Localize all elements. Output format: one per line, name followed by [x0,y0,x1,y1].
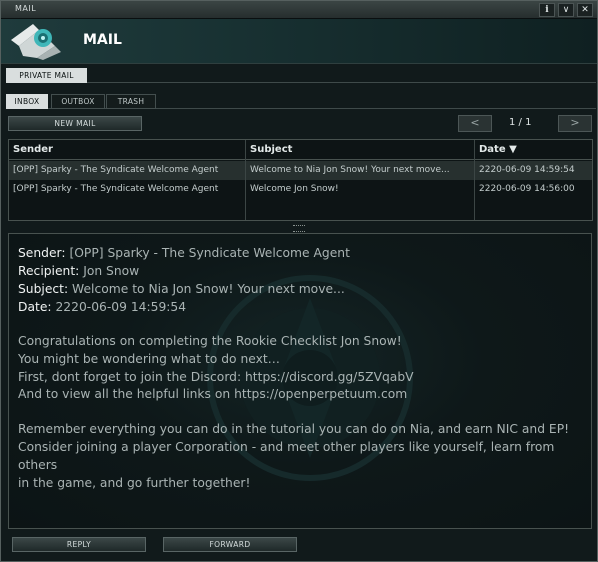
mail-header: MAIL [1,19,597,64]
table-row[interactable]: [OPP] Sparky - The Syndicate Welcome Age… [9,161,592,180]
message-paragraph: Congratulations on completing the Rookie… [18,334,414,402]
recipient-label: Recipient: [18,264,80,278]
message-subject-line: Subject: Welcome to Nia Jon Snow! Your n… [18,281,345,297]
message-paragraph: Remember everything you can do in the tu… [18,422,570,490]
column-header-date[interactable]: Date ▼ [475,140,592,159]
mailbox-tabs: INBOX OUTBOX TRASH [6,94,596,109]
tab-inbox[interactable]: INBOX [6,94,48,109]
row-subject: Welcome Jon Snow! [250,184,339,194]
prev-page-button[interactable]: < [458,115,492,132]
subject-value: Welcome to Nia Jon Snow! Your next move.… [72,282,345,296]
folder-tabs: PRIVATE MAIL [6,68,596,83]
row-sender: [OPP] Sparky - The Syndicate Welcome Age… [13,165,219,175]
message-body: Congratulations on completing the Rookie… [18,333,583,509]
forward-button[interactable]: FORWARD [163,537,297,552]
header-title: MAIL [83,32,122,48]
column-divider[interactable] [474,140,475,220]
message-recipient-line: Recipient: Jon Snow [18,263,139,279]
row-subject: Welcome to Nia Jon Snow! Your next move.… [250,165,450,175]
row-date: 2220-06-09 14:56:00 [479,184,575,194]
close-icon[interactable]: ✕ [577,3,593,17]
column-divider[interactable] [245,140,246,220]
message-sender-line: Sender: [OPP] Sparky - The Syndicate Wel… [18,245,350,261]
window-title: MAIL [15,4,37,13]
minimize-icon[interactable]: ∨ [558,3,574,17]
table-header: Sender Subject Date ▼ [9,140,592,160]
mail-envelope-icon [11,24,61,60]
tab-outbox[interactable]: OUTBOX [51,94,105,109]
reply-button[interactable]: REPLY [12,537,146,552]
mail-window: MAIL i ∨ ✕ MAIL PRIVATE MAIL INBOX OUTBO… [0,0,598,562]
column-header-sender[interactable]: Sender [9,140,245,159]
title-bar[interactable]: MAIL i ∨ ✕ [1,1,597,19]
new-mail-button[interactable]: NEW MAIL [8,116,142,131]
sender-value: [OPP] Sparky - The Syndicate Welcome Age… [69,246,350,260]
table-row[interactable]: [OPP] Sparky - The Syndicate Welcome Age… [9,180,592,199]
row-sender: [OPP] Sparky - The Syndicate Welcome Age… [13,184,219,194]
mail-list-table: Sender Subject Date ▼ [OPP] Sparky - The… [8,139,593,221]
date-value: 2220-06-09 14:59:54 [55,300,187,314]
message-date-line: Date: 2220-06-09 14:59:54 [18,299,186,315]
pane-splitter-handle[interactable] [293,225,305,232]
subject-label: Subject: [18,282,69,296]
row-date: 2220-06-09 14:59:54 [479,165,575,175]
message-view: Sender: [OPP] Sparky - The Syndicate Wel… [8,233,592,529]
date-label: Date: [18,300,52,314]
tab-private-mail[interactable]: PRIVATE MAIL [6,68,87,83]
sender-label: Sender: [18,246,66,260]
next-page-button[interactable]: > [558,115,592,132]
info-icon[interactable]: i [539,3,555,17]
tab-trash[interactable]: TRASH [106,94,156,109]
page-indicator: 1 / 1 [509,117,532,128]
column-header-subject[interactable]: Subject [246,140,474,159]
recipient-value: Jon Snow [83,264,140,278]
